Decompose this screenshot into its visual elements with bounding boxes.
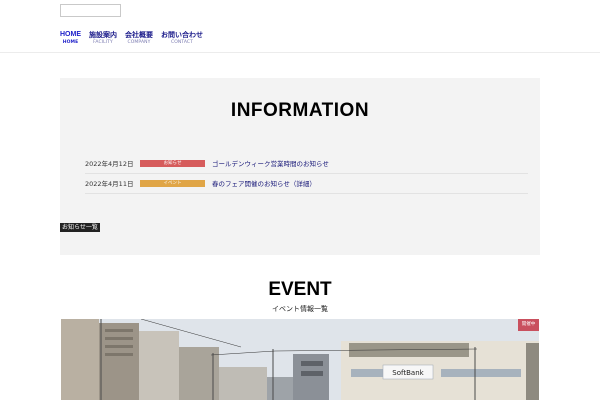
news-divider: [85, 193, 528, 194]
event-photo[interactable]: SoftBank: [61, 319, 539, 400]
nav-company-label: 会社概要: [125, 31, 153, 39]
news-item[interactable]: 2022年4月12日 お知らせ ゴールデンウィーク営業時間のお知らせ: [85, 153, 528, 173]
search-input[interactable]: [60, 4, 121, 17]
nav-home[interactable]: HOME HOME: [60, 31, 81, 46]
main-nav: HOME HOME 施設案内 FACILITY 会社概要 COMPANY お問い…: [60, 31, 203, 46]
news-date: 2022年4月12日: [85, 160, 134, 168]
event-status-tag: 開催中: [518, 319, 539, 331]
nav-facility-label: 施設案内: [89, 31, 117, 39]
news-title-link[interactable]: ゴールデンウィーク営業時間のお知らせ: [212, 158, 329, 168]
nav-facility-sublabel: FACILITY: [93, 40, 113, 45]
news-title-link[interactable]: 春のフェア開催のお知らせ（詳細）: [212, 178, 316, 188]
nav-contact-label: お問い合わせ: [161, 31, 203, 39]
nav-contact[interactable]: お問い合わせ CONTACT: [161, 31, 203, 46]
nav-facility[interactable]: 施設案内 FACILITY: [89, 31, 117, 46]
event-subtitle: イベント情報一覧: [272, 305, 328, 313]
news-date: 2022年4月11日: [85, 180, 134, 188]
nav-contact-sublabel: CONTACT: [170, 40, 194, 45]
event-title: EVENT: [268, 279, 332, 300]
nav-company[interactable]: 会社概要 COMPANY: [125, 31, 153, 46]
nav-home-label: HOME: [60, 31, 81, 38]
nav-company-sublabel: COMPANY: [127, 40, 151, 45]
news-item[interactable]: 2022年4月11日 イベント 春のフェア開催のお知らせ（詳細）: [85, 173, 528, 193]
news-category-badge: イベント: [140, 179, 205, 187]
nav-home-sublabel: HOME: [62, 40, 79, 45]
event-photo-image: SoftBank: [61, 319, 539, 400]
header-divider: [0, 52, 600, 53]
news-category-badge: お知らせ: [140, 159, 205, 167]
softbank-sign: SoftBank: [392, 369, 424, 377]
information-more-button[interactable]: お知らせ一覧: [60, 223, 100, 232]
information-title: INFORMATION: [230, 100, 370, 121]
